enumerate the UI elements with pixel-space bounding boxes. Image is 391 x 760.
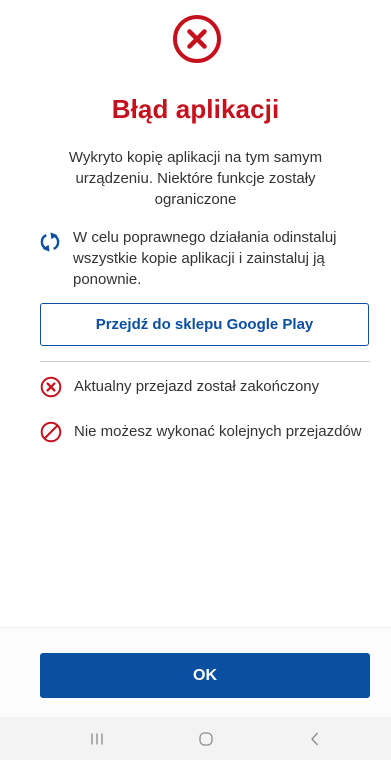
status-item-text: Nie możesz wykonać kolejnych przejazdów bbox=[74, 423, 362, 440]
back-icon bbox=[311, 732, 318, 745]
sync-arrows-icon bbox=[40, 232, 60, 252]
recent-apps-button[interactable] bbox=[67, 717, 127, 760]
reinstall-info-row: W celu poprawnego działania odinstaluj w… bbox=[40, 227, 370, 290]
reinstall-info-text: W celu poprawnego działania odinstaluj w… bbox=[73, 229, 337, 288]
prohibited-icon bbox=[40, 421, 62, 443]
back-button[interactable] bbox=[285, 717, 345, 760]
status-item-text: Aktualny przejazd został zakończony bbox=[74, 378, 320, 395]
status-item-ride-ended: Aktualny przejazd został zakończony bbox=[40, 376, 370, 398]
divider bbox=[40, 361, 370, 362]
home-button[interactable] bbox=[176, 717, 236, 760]
error-description: Wykryto kopię aplikacji na tym samym urz… bbox=[68, 149, 323, 208]
dialog-title: Błąd aplikacji bbox=[111, 94, 280, 124]
system-navigation-bar bbox=[0, 717, 391, 760]
ok-button[interactable]: OK bbox=[40, 653, 370, 698]
error-screen: Błąd aplikacji Wykryto kopię aplikacji n… bbox=[0, 0, 391, 760]
error-circle-icon bbox=[173, 15, 221, 63]
status-item-no-more-rides: Nie możesz wykonać kolejnych przejazdów bbox=[40, 421, 370, 443]
recent-apps-icon bbox=[91, 733, 103, 744]
home-icon bbox=[199, 731, 213, 746]
x-circle-icon bbox=[40, 376, 62, 398]
google-play-store-button[interactable]: Przejdź do sklepu Google Play bbox=[40, 303, 369, 346]
